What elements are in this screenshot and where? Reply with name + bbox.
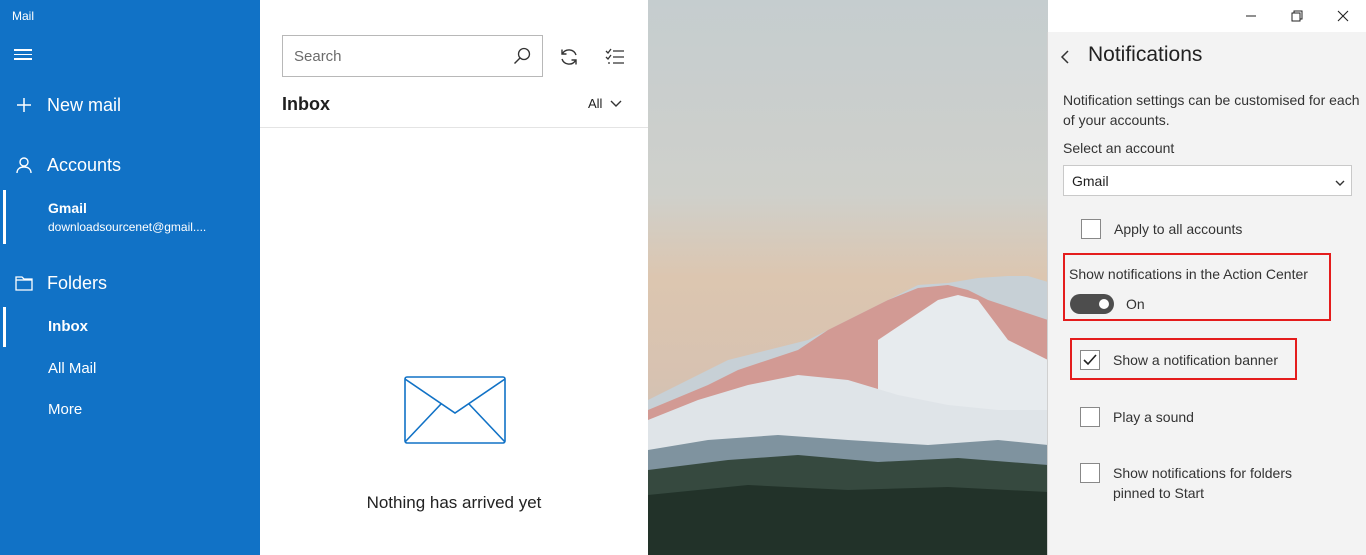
inbox-title: Inbox <box>282 94 330 114</box>
envelope-icon <box>404 376 506 449</box>
apply-all-label: Apply to all accounts <box>1114 221 1243 237</box>
toggle-state-label: On <box>1126 296 1145 312</box>
account-name: Gmail <box>48 200 87 216</box>
notification-banner-option: Show a notification banner <box>1080 350 1278 370</box>
panel-description: Notification settings can be customised … <box>1063 92 1360 128</box>
banner-checkbox[interactable] <box>1080 350 1100 370</box>
folders-button[interactable]: Folders <box>0 270 260 296</box>
search-input[interactable] <box>283 37 502 75</box>
folder-all-mail[interactable]: All Mail <box>0 349 260 389</box>
select-account-label: Select an account <box>1063 140 1175 156</box>
account-email: downloadsourcenet@gmail.... <box>48 220 207 234</box>
account-select[interactable]: Gmail <box>1063 165 1352 196</box>
new-mail-button[interactable]: New mail <box>0 92 260 118</box>
accounts-label: Accounts <box>47 154 122 175</box>
folder-label: Inbox <box>48 318 88 335</box>
pinned-folders-option: Show notifications for folders pinned to… <box>1080 463 1313 503</box>
select-checklist-icon[interactable] <box>598 40 632 74</box>
divider <box>260 127 648 128</box>
account-item-gmail[interactable]: Gmail downloadsourcenet@gmail.... <box>0 190 260 244</box>
new-mail-label: New mail <box>47 94 122 115</box>
apply-all-checkbox[interactable] <box>1081 219 1101 239</box>
filter-label: All <box>588 96 603 111</box>
search-icon[interactable] <box>502 36 542 76</box>
folder-label: More <box>48 401 83 418</box>
apply-all-accounts-option: Apply to all accounts <box>1081 219 1242 239</box>
app-title: Mail <box>12 9 35 23</box>
window-controls <box>1228 0 1366 32</box>
pinned-folders-checkbox[interactable] <box>1080 463 1100 483</box>
close-icon[interactable] <box>1320 0 1366 32</box>
selected-account: Gmail <box>1072 172 1109 189</box>
folder-label: All Mail <box>48 360 97 377</box>
pinned-folders-label: Show notifications for folders pinned to… <box>1113 465 1292 501</box>
panel-title: Notifications <box>1088 43 1203 66</box>
selection-indicator <box>3 307 6 347</box>
sync-icon[interactable] <box>552 40 586 74</box>
play-sound-label: Play a sound <box>1113 409 1194 425</box>
plus-icon <box>0 97 47 113</box>
sidebar: Mail New mail Accounts Gmail downloadsou… <box>0 0 260 555</box>
notifications-panel: Notifications Notification settings can … <box>1047 32 1366 555</box>
minimize-icon[interactable] <box>1228 0 1274 32</box>
background-image <box>648 0 1048 555</box>
empty-message: Nothing has arrived yet <box>366 493 542 512</box>
restore-icon[interactable] <box>1274 0 1320 32</box>
hamburger-icon[interactable] <box>14 46 34 64</box>
filter-dropdown[interactable]: All <box>588 96 622 111</box>
chevron-down-icon <box>610 96 622 111</box>
accounts-button[interactable]: Accounts <box>0 152 260 178</box>
folders-label: Folders <box>47 272 108 293</box>
search-box <box>282 35 543 77</box>
selection-indicator <box>3 190 6 244</box>
toggle-knob <box>1099 299 1109 309</box>
folder-more[interactable]: More <box>0 390 260 430</box>
action-center-toggle[interactable] <box>1070 294 1114 314</box>
folder-inbox[interactable]: Inbox <box>0 307 260 347</box>
banner-label: Show a notification banner <box>1113 352 1278 368</box>
person-icon <box>0 156 47 174</box>
back-arrow-icon[interactable] <box>1060 48 1080 66</box>
folder-icon <box>0 275 47 291</box>
play-sound-checkbox[interactable] <box>1080 407 1100 427</box>
action-center-label: Show notifications in the Action Center <box>1069 266 1308 282</box>
chevron-down-icon <box>1335 173 1345 189</box>
message-list-pane: Inbox All Nothing has arrived yet <box>260 0 648 555</box>
play-sound-option: Play a sound <box>1080 407 1194 427</box>
checkmark-icon <box>1083 354 1097 366</box>
